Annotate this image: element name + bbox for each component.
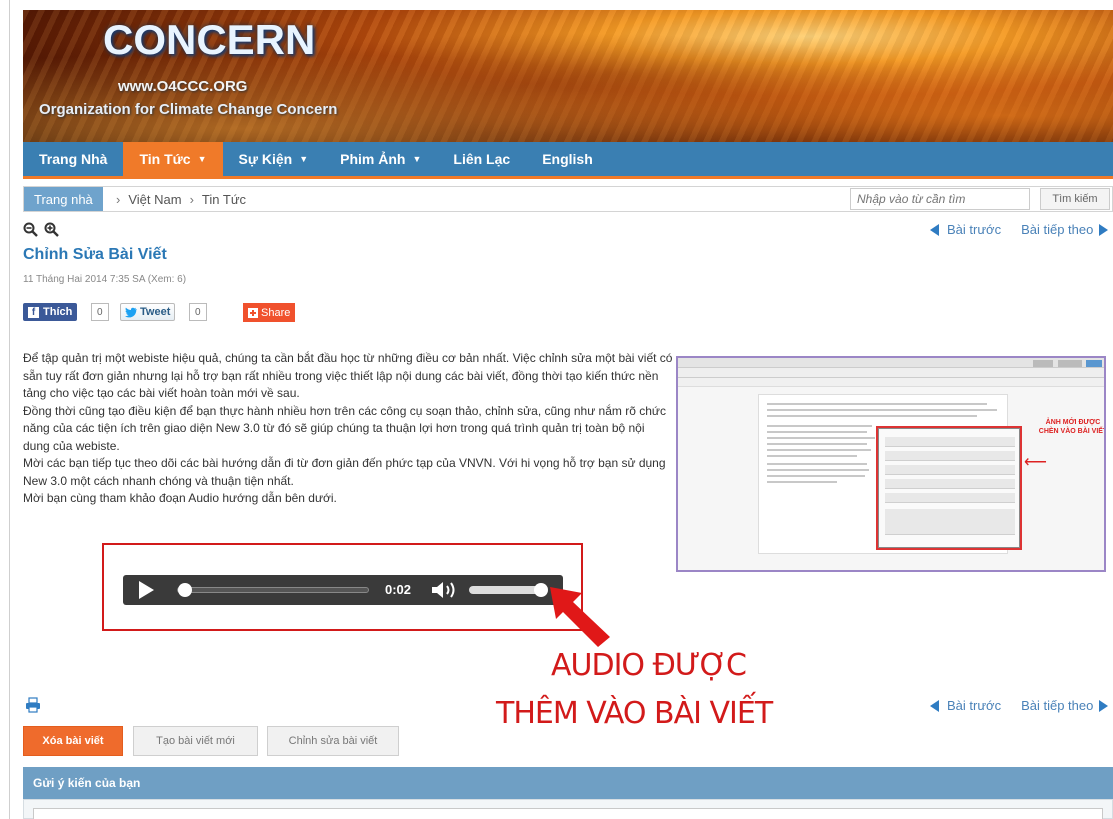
banner-url: www.O4CCC.ORG — [118, 78, 248, 95]
zoom-in-icon[interactable] — [44, 222, 59, 237]
thumb-button — [1033, 360, 1053, 367]
nav-item-news[interactable]: Tin Tức ▼ — [123, 142, 223, 176]
annotation-line-2: THÊM VÀO BÀI VIẾT — [496, 696, 773, 731]
audio-time: 0:02 — [385, 582, 412, 597]
nav-item-home[interactable]: Trang Nhà — [23, 142, 123, 176]
thumb-line — [767, 481, 837, 483]
facebook-icon: f — [28, 306, 39, 318]
edit-post-button[interactable]: Chỉnh sửa bài viết — [267, 726, 399, 756]
thumb-menubar — [678, 368, 1104, 378]
nav-item-movies[interactable]: Phim Ảnh ▼ — [324, 142, 437, 176]
pager-bottom: Bài trước Bài tiếp theo — [930, 698, 1109, 713]
prev-post-link[interactable]: Bài trước — [947, 698, 1001, 713]
breadcrumb-home[interactable]: Trang nhà — [24, 187, 103, 211]
nav-label: Tin Tức — [139, 151, 191, 167]
banner-org-name: Organization for Climate Change Concern — [39, 101, 338, 118]
comment-input[interactable] — [33, 808, 1103, 819]
breadcrumb-separator: › — [189, 191, 194, 207]
arrow-right-icon — [1099, 699, 1109, 712]
nav-item-english[interactable]: English — [526, 142, 609, 176]
seek-handle[interactable] — [177, 583, 192, 597]
share-button[interactable]: Share — [243, 303, 296, 322]
site-banner[interactable]: CONCERN www.O4CCC.ORG Organization for C… — [23, 10, 1113, 142]
thumb-line — [767, 431, 867, 433]
like-count: 0 — [91, 303, 109, 321]
thumb-line — [767, 403, 987, 405]
pager-top: Bài trước Bài tiếp theo — [930, 222, 1109, 237]
thumb-highlight-box — [876, 426, 1022, 550]
breadcrumb-trail: › Việt Nam › Tin Tức — [108, 187, 246, 211]
chevron-down-icon: ▼ — [299, 154, 309, 164]
article-body: Để tập quản trị một webiste hiệu quả, ch… — [23, 350, 673, 508]
next-post-link[interactable]: Bài tiếp theo — [1021, 222, 1093, 237]
thumb-line — [767, 443, 867, 445]
thumb-line — [767, 469, 869, 471]
volume-handle[interactable] — [534, 583, 549, 597]
tweet-count: 0 — [189, 303, 207, 321]
tweet-button[interactable]: Tweet — [120, 303, 176, 321]
article-image[interactable]: ⟵ ẢNH MỚI ĐƯỢC CHÈN VÀO BÀI VIẾT — [676, 356, 1106, 572]
arrow-left-icon — [930, 223, 939, 236]
facebook-like-button[interactable]: f Thích — [23, 303, 78, 321]
thumb-button — [1086, 360, 1102, 367]
nav-label: Liên Lạc — [453, 151, 511, 167]
printer-icon[interactable] — [25, 697, 41, 713]
thumb-line — [767, 449, 871, 451]
page-left-border — [9, 0, 10, 819]
thumb-button — [1058, 360, 1082, 367]
thumb-toolbar — [678, 378, 1104, 387]
thumb-line — [767, 463, 867, 465]
arrow-left-icon — [930, 699, 939, 712]
article-paragraph: Để tập quản trị một webiste hiệu quả, ch… — [23, 351, 673, 400]
nav-label: English — [542, 151, 593, 167]
search-input[interactable] — [850, 188, 1030, 210]
thumb-line — [767, 425, 872, 427]
article-paragraph: Mời bạn cùng tham khảo đoạn Audio hướng … — [23, 491, 337, 505]
breadcrumb-item-vietnam[interactable]: Việt Nam — [128, 192, 181, 207]
thumb-line — [767, 415, 977, 417]
article-meta: 11 Tháng Hai 2014 7:35 SA (Xem: 6) — [23, 274, 187, 285]
arrow-right-icon — [1099, 223, 1109, 236]
share-label: Share — [261, 306, 291, 319]
search-button[interactable]: Tìm kiếm — [1040, 188, 1110, 210]
thumb-note: ẢNH MỚI ĐƯỢC CHÈN VÀO BÀI VIẾT — [1038, 419, 1106, 435]
banner-logo-text: CONCERN — [103, 16, 316, 63]
share-icon — [248, 307, 258, 318]
thumb-line — [767, 437, 875, 439]
zoom-controls — [23, 222, 59, 237]
article-title: Chỉnh Sửa Bài Viết — [23, 246, 167, 263]
seek-bar[interactable] — [177, 587, 369, 593]
like-label: Thích — [43, 306, 73, 318]
arrow-left-icon: ⟵ — [1024, 454, 1047, 471]
annotation-arrow-icon — [550, 587, 610, 647]
chevron-down-icon: ▼ — [412, 154, 422, 164]
zoom-out-icon[interactable] — [23, 222, 38, 237]
thumb-line — [767, 409, 997, 411]
breadcrumb: Trang nhà › Việt Nam › Tin Tức Tìm kiếm — [23, 186, 1113, 212]
thumb-line — [767, 475, 865, 477]
main-nav: Trang Nhà Tin Tức ▼ Sự Kiện ▼ Phim Ảnh ▼ Li… — [23, 142, 1113, 179]
chevron-down-icon: ▼ — [197, 154, 207, 164]
nav-label: Phim Ảnh — [340, 151, 406, 167]
article-paragraph: Mời các bạn tiếp tục theo dõi các bài hư… — [23, 456, 666, 488]
nav-label: Sự Kiện — [238, 151, 293, 167]
breadcrumb-separator: › — [116, 191, 121, 207]
nav-label: Trang Nhà — [39, 151, 108, 167]
delete-post-button[interactable]: Xóa bài viết — [23, 726, 123, 756]
comment-section-header: Gửi ý kiến của bạn — [23, 767, 1113, 799]
play-icon[interactable] — [139, 581, 154, 599]
breadcrumb-item-news[interactable]: Tin Tức — [202, 192, 246, 207]
audio-player[interactable]: 0:02 — [123, 575, 563, 605]
tweet-label: Tweet — [140, 306, 171, 318]
article-paragraph: Đồng thời cũng tạo điều kiện để bạn thực… — [23, 403, 666, 453]
nav-item-events[interactable]: Sự Kiện ▼ — [223, 142, 325, 176]
thumb-line — [767, 455, 857, 457]
prev-post-link[interactable]: Bài trước — [947, 222, 1001, 237]
new-post-button[interactable]: Tạo bài viết mới — [133, 726, 258, 756]
twitter-icon — [125, 307, 137, 317]
next-post-link[interactable]: Bài tiếp theo — [1021, 698, 1093, 713]
annotation-line-1: AUDIO ĐƯỢC — [551, 648, 747, 683]
nav-item-contact[interactable]: Liên Lạc — [437, 142, 526, 176]
volume-icon[interactable] — [430, 581, 460, 599]
